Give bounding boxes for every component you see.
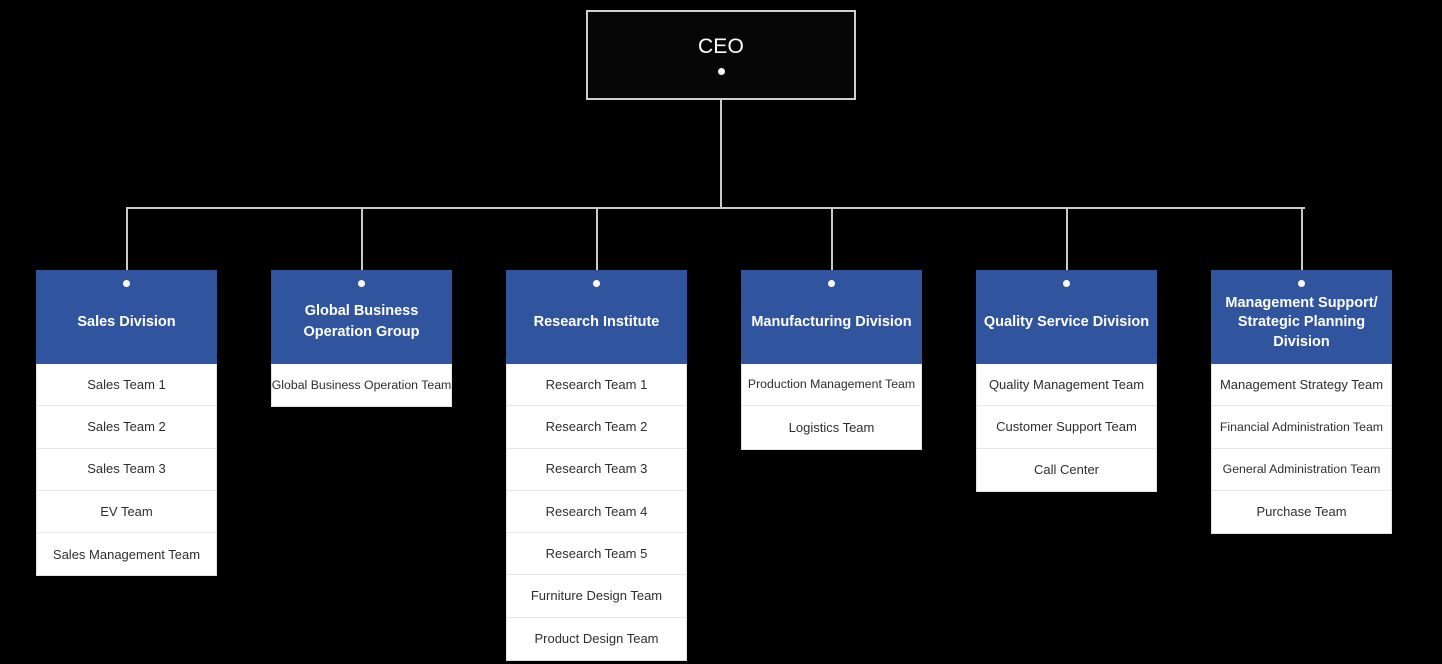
node-dot-icon	[358, 280, 365, 287]
connector-drop-sales-division	[126, 207, 128, 270]
team-row[interactable]: Global Business Operation Team	[271, 364, 452, 406]
ceo-label: CEO	[697, 35, 745, 59]
division-title: Sales Division	[77, 314, 176, 331]
connector-drop-global-business-operation-group	[361, 207, 363, 270]
team-row[interactable]: General Administration Team	[1212, 449, 1391, 491]
team-row[interactable]: Logistics Team	[742, 406, 921, 448]
team-label: Furniture Design Team	[530, 588, 663, 604]
team-row[interactable]: Sales Team 3	[37, 449, 216, 491]
team-row[interactable]: Purchase Team	[1212, 491, 1391, 533]
team-label: Global Business Operation Team	[271, 377, 452, 392]
org-column-sales-division: Sales Division Sales Team 1 Sales Team 2…	[36, 270, 217, 577]
team-label: Purchase Team	[1256, 504, 1347, 520]
division-title: Management Support/ Strategic Planning D…	[1225, 294, 1378, 350]
team-row[interactable]: EV Team	[37, 491, 216, 534]
division-header-global-business-operation-group[interactable]: Global Business Operation Group	[271, 270, 452, 364]
team-label: Production Management Team	[747, 377, 916, 392]
org-chart-canvas: CEO Sales Division Sales Team 1 Sales Te…	[0, 0, 1442, 664]
team-label: Sales Team 3	[87, 461, 166, 477]
team-label: Product Design Team	[534, 631, 659, 647]
org-column-global-business-operation-group: Global Business Operation Group Global B…	[271, 270, 452, 408]
node-dot-icon	[717, 67, 725, 75]
org-column-management-support-division: Management Support/ Strategic Planning D…	[1211, 270, 1392, 535]
team-list: Research Team 1 Research Team 2 Research…	[506, 364, 687, 662]
connector-root-stem	[720, 100, 722, 209]
team-label: Quality Management Team	[988, 376, 1145, 392]
division-title: Manufacturing Division	[751, 314, 912, 331]
team-row[interactable]: Financial Administration Team	[1212, 406, 1391, 449]
team-list: Global Business Operation Team	[271, 364, 452, 408]
connector-drop-manufacturing-division	[831, 207, 833, 270]
team-row[interactable]: Furniture Design Team	[507, 575, 686, 618]
division-title: Quality Service Division	[983, 314, 1150, 331]
team-row[interactable]: Sales Team 2	[37, 406, 216, 449]
team-label: Research Team 3	[545, 461, 648, 477]
team-row[interactable]: Research Team 4	[507, 491, 686, 534]
connector-drop-management-support-division	[1301, 207, 1303, 270]
team-label: Research Team 1	[545, 376, 648, 392]
division-header-management-support-division[interactable]: Management Support/ Strategic Planning D…	[1211, 270, 1392, 364]
team-row[interactable]: Production Management Team	[742, 364, 921, 407]
node-dot-icon	[828, 280, 835, 287]
division-header-sales-division[interactable]: Sales Division	[36, 270, 217, 364]
node-dot-icon	[593, 280, 600, 287]
node-dot-icon	[1298, 280, 1305, 287]
division-title: Global Business Operation Group	[303, 302, 420, 340]
division-header-manufacturing-division[interactable]: Manufacturing Division	[741, 270, 922, 364]
connector-horizontal-bus	[127, 207, 1305, 209]
team-label: Sales Team 2	[87, 419, 166, 435]
team-label: Call Center	[1033, 461, 1100, 477]
team-label: Sales Team 1	[87, 376, 166, 392]
team-label: Research Team 4	[545, 503, 648, 519]
team-label: Logistics Team	[788, 419, 875, 435]
team-row[interactable]: Research Team 5	[507, 533, 686, 576]
team-list: Production Management Team Logistics Tea…	[741, 364, 922, 450]
org-column-research-institute: Research Institute Research Team 1 Resea…	[506, 270, 687, 662]
org-node-ceo[interactable]: CEO	[586, 10, 856, 100]
team-row[interactable]: Product Design Team	[507, 618, 686, 660]
node-dot-icon	[123, 280, 130, 287]
node-dot-icon	[1063, 280, 1070, 287]
team-row[interactable]: Customer Support Team	[977, 406, 1156, 449]
team-list: Sales Team 1 Sales Team 2 Sales Team 3 E…	[36, 364, 217, 577]
team-label: Management Strategy Team	[1219, 376, 1384, 392]
connector-drop-research-institute	[596, 207, 598, 270]
division-title: Research Institute	[533, 314, 660, 331]
team-label: Research Team 2	[545, 419, 648, 435]
team-row[interactable]: Quality Management Team	[977, 364, 1156, 407]
team-row[interactable]: Call Center	[977, 449, 1156, 491]
division-header-quality-service-division[interactable]: Quality Service Division	[976, 270, 1157, 364]
team-label: Customer Support Team	[996, 419, 1137, 435]
team-row[interactable]: Management Strategy Team	[1212, 364, 1391, 407]
team-label: Sales Management Team	[52, 546, 201, 562]
org-column-quality-service-division: Quality Service Division Quality Managem…	[976, 270, 1157, 492]
team-list: Management Strategy Team Financial Admin…	[1211, 364, 1392, 535]
team-row[interactable]: Sales Management Team	[37, 533, 216, 575]
team-row[interactable]: Research Team 3	[507, 449, 686, 491]
team-row[interactable]: Research Team 1	[507, 364, 686, 407]
team-row[interactable]: Research Team 2	[507, 406, 686, 449]
team-label: EV Team	[100, 503, 153, 519]
team-list: Quality Management Team Customer Support…	[976, 364, 1157, 492]
team-label: Research Team 5	[545, 546, 648, 562]
team-label: Financial Administration Team	[1219, 419, 1384, 434]
team-row[interactable]: Sales Team 1	[37, 364, 216, 407]
org-column-manufacturing-division: Manufacturing Division Production Manage…	[741, 270, 922, 450]
team-label: General Administration Team	[1222, 461, 1381, 476]
connector-drop-quality-service-division	[1066, 207, 1068, 270]
division-header-research-institute[interactable]: Research Institute	[506, 270, 687, 364]
